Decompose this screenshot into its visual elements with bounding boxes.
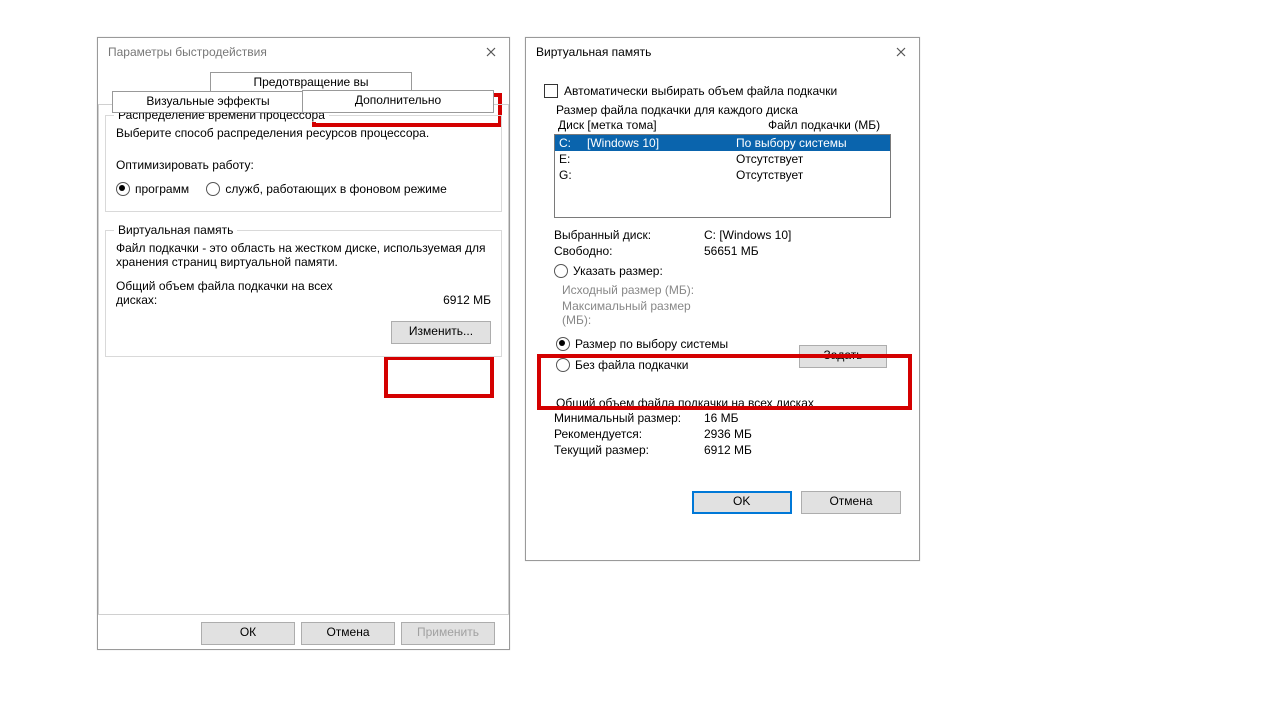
- titlebar: Виртуальная память: [526, 38, 919, 66]
- tab-dep[interactable]: Предотвращение вы: [210, 72, 412, 92]
- vm-total-value: 6912 МБ: [443, 293, 491, 307]
- radio-no-paging-label: Без файла подкачки: [575, 358, 688, 372]
- radio-programs[interactable]: программ: [116, 182, 189, 196]
- initial-size-label: Исходный размер (МБ):: [562, 283, 712, 297]
- tab-panel: Распределение времени процессора Выберит…: [98, 104, 509, 615]
- each-drive-group: Размер файла подкачки для каждого диска …: [544, 110, 901, 395]
- list-item: C:[Windows 10]По выбору системы: [555, 135, 890, 151]
- titlebar: Параметры быстродействия: [98, 38, 509, 66]
- auto-manage-label: Автоматически выбирать объем файла подка…: [564, 84, 837, 98]
- dialog-buttons: ОК Отмена Применить: [201, 622, 495, 645]
- group-title: Размер файла подкачки для каждого диска: [552, 103, 802, 117]
- tab-visual-effects[interactable]: Визуальные эффекты: [112, 91, 304, 113]
- list-header: Диск [метка тома] Файл подкачки (МБ): [554, 118, 891, 132]
- group-title: Общий объем файла подкачки на всех диска…: [552, 396, 818, 410]
- radio-programs-label: программ: [135, 182, 189, 196]
- radio-no-paging[interactable]: Без файла подкачки: [556, 358, 688, 372]
- optimize-label: Оптимизировать работу:: [116, 158, 491, 172]
- window-title: Параметры быстродействия: [108, 38, 267, 66]
- change-button[interactable]: Изменить...: [391, 321, 491, 344]
- auto-manage-checkbox[interactable]: Автоматически выбирать объем файла подка…: [544, 84, 837, 98]
- hdr-file: Файл подкачки (МБ): [768, 118, 880, 132]
- rec-label: Рекомендуется:: [554, 427, 704, 441]
- radio-services-label: служб, работающих в фоновом режиме: [225, 182, 446, 196]
- min-label: Минимальный размер:: [554, 411, 704, 425]
- tab-advanced[interactable]: Дополнительно: [302, 90, 494, 113]
- radio-custom-size[interactable]: Указать размер:: [554, 264, 663, 278]
- performance-options-dialog: Параметры быстродействия Предотвращение …: [97, 37, 510, 650]
- processor-scheduling-group: Распределение времени процессора Выберит…: [105, 115, 502, 212]
- virtual-memory-group: Виртуальная память Файл подкачки - это о…: [105, 230, 502, 357]
- selected-drive-value: C: [Windows 10]: [704, 228, 791, 242]
- group-title: Виртуальная память: [114, 223, 237, 237]
- radio-services[interactable]: служб, работающих в фоновом режиме: [206, 182, 446, 196]
- scheduling-desc: Выберите способ распределения ресурсов п…: [116, 126, 491, 140]
- close-icon[interactable]: [889, 41, 913, 63]
- rec-value: 2936 МБ: [704, 427, 752, 441]
- window-title: Виртуальная память: [536, 38, 651, 66]
- virtual-memory-dialog: Виртуальная память Автоматически выбират…: [525, 37, 920, 561]
- drive-list[interactable]: C:[Windows 10]По выбору системы E:Отсутс…: [554, 134, 891, 218]
- free-label: Свободно:: [554, 244, 704, 258]
- radio-custom-size-label: Указать размер:: [573, 264, 663, 278]
- list-item: E:Отсутствует: [555, 151, 890, 167]
- vm-desc: Файл подкачки - это область на жестком д…: [116, 241, 491, 269]
- apply-button[interactable]: Применить: [401, 622, 495, 645]
- radio-system-managed-label: Размер по выбору системы: [575, 337, 728, 351]
- cancel-button[interactable]: Отмена: [301, 622, 395, 645]
- cancel-button[interactable]: Отмена: [801, 491, 901, 514]
- cur-value: 6912 МБ: [704, 443, 752, 457]
- set-button[interactable]: Задать: [799, 345, 887, 368]
- min-value: 16 МБ: [704, 411, 739, 425]
- ok-button[interactable]: ОК: [201, 622, 295, 645]
- cur-label: Текущий размер:: [554, 443, 704, 457]
- tabs: Предотвращение вы Визуальные эффекты Доп…: [110, 72, 497, 112]
- close-icon[interactable]: [479, 41, 503, 63]
- selected-drive-label: Выбранный диск:: [554, 228, 704, 242]
- ok-button[interactable]: OK: [692, 491, 792, 514]
- vm-total-label: Общий объем файла подкачки на всех диска…: [116, 279, 346, 307]
- max-size-label: Максимальный размер (МБ):: [562, 299, 712, 327]
- free-value: 56651 МБ: [704, 244, 759, 258]
- hdr-disk: Диск [метка тома]: [558, 118, 768, 132]
- radio-system-managed[interactable]: Размер по выбору системы: [556, 337, 728, 351]
- total-group: Общий объем файла подкачки на всех диска…: [544, 403, 901, 469]
- list-item: G:Отсутствует: [555, 167, 890, 183]
